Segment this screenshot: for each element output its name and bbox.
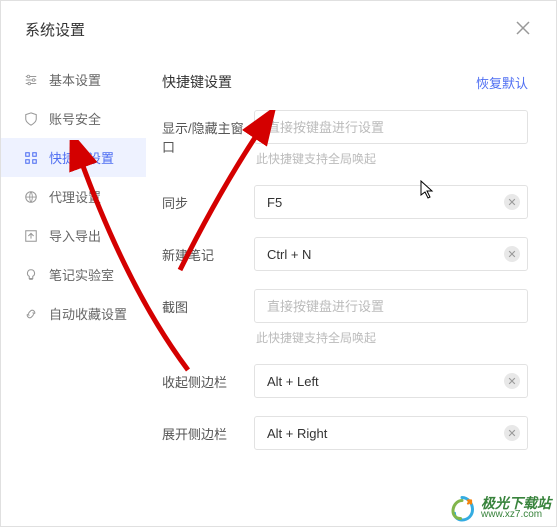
sidebar-item-import-export[interactable]: 导入导出 [1, 216, 146, 255]
sidebar: 基本设置 账号安全 快捷键设置 代理设置 [1, 56, 146, 526]
hotkey-input-toggle-window[interactable] [254, 110, 528, 144]
sidebar-item-label: 代理设置 [49, 187, 101, 206]
dialog-body: 基本设置 账号安全 快捷键设置 代理设置 [1, 56, 556, 526]
hotkey-input-expand-sidebar[interactable] [254, 416, 528, 450]
global-hint: 此快捷键支持全局唤起 [254, 150, 528, 167]
sliders-icon [23, 72, 39, 88]
sidebar-item-security[interactable]: 账号安全 [1, 99, 146, 138]
restore-defaults-link[interactable]: 恢复默认 [476, 73, 528, 92]
close-button[interactable] [508, 15, 538, 44]
section-head: 快捷键设置 恢复默认 [162, 64, 528, 110]
clear-button[interactable]: ✕ [504, 246, 520, 262]
hotkey-input-sync[interactable] [254, 185, 528, 219]
row-label: 截图 [162, 289, 254, 316]
dialog-title: 系统设置 [25, 19, 85, 40]
sidebar-item-label: 笔记实验室 [49, 265, 114, 284]
hotkey-input-collapse-sidebar[interactable] [254, 364, 528, 398]
sidebar-item-lab[interactable]: 笔记实验室 [1, 255, 146, 294]
bulb-icon [23, 267, 39, 283]
clear-button[interactable]: ✕ [504, 425, 520, 441]
main-panel: 快捷键设置 恢复默认 显示/隐藏主窗口 此快捷键支持全局唤起 同步 ✕ [146, 56, 556, 526]
globe-icon [23, 189, 39, 205]
settings-dialog: 系统设置 基本设置 账号安全 快捷键设置 [0, 0, 557, 527]
hotkey-input-screenshot[interactable] [254, 289, 528, 323]
shield-icon [23, 111, 39, 127]
sidebar-item-label: 自动收藏设置 [49, 304, 127, 323]
watermark-url: www.xz7.com [481, 510, 551, 520]
sidebar-item-hotkeys[interactable]: 快捷键设置 [1, 138, 146, 177]
section-title: 快捷键设置 [162, 72, 232, 92]
watermark: 极光下载站 www.xz7.com [447, 493, 551, 523]
watermark-name: 极光下载站 [481, 496, 551, 510]
import-export-icon [23, 228, 39, 244]
row-toggle-window: 显示/隐藏主窗口 此快捷键支持全局唤起 [162, 110, 528, 167]
row-collapse-sidebar: 收起侧边栏 ✕ [162, 364, 528, 398]
watermark-logo-icon [447, 493, 477, 523]
link-icon [23, 306, 39, 322]
dialog-header: 系统设置 [1, 1, 556, 56]
keyboard-icon [23, 150, 39, 166]
row-label: 新建笔记 [162, 237, 254, 264]
row-sync: 同步 ✕ [162, 185, 528, 219]
sidebar-item-basic[interactable]: 基本设置 [1, 60, 146, 99]
sidebar-item-label: 基本设置 [49, 70, 101, 89]
row-screenshot: 截图 此快捷键支持全局唤起 [162, 289, 528, 346]
global-hint: 此快捷键支持全局唤起 [254, 329, 528, 346]
sidebar-item-label: 快捷键设置 [49, 148, 114, 167]
sidebar-item-proxy[interactable]: 代理设置 [1, 177, 146, 216]
row-label: 收起侧边栏 [162, 364, 254, 391]
row-label: 展开侧边栏 [162, 416, 254, 443]
sidebar-item-auto-collect[interactable]: 自动收藏设置 [1, 294, 146, 333]
hotkey-input-new-note[interactable] [254, 237, 528, 271]
row-label: 同步 [162, 185, 254, 212]
clear-button[interactable]: ✕ [504, 373, 520, 389]
sidebar-item-label: 导入导出 [49, 226, 101, 245]
clear-button[interactable]: ✕ [504, 194, 520, 210]
row-label: 显示/隐藏主窗口 [162, 110, 254, 156]
sidebar-item-label: 账号安全 [49, 109, 101, 128]
row-expand-sidebar: 展开侧边栏 ✕ [162, 416, 528, 450]
row-new-note: 新建笔记 ✕ [162, 237, 528, 271]
